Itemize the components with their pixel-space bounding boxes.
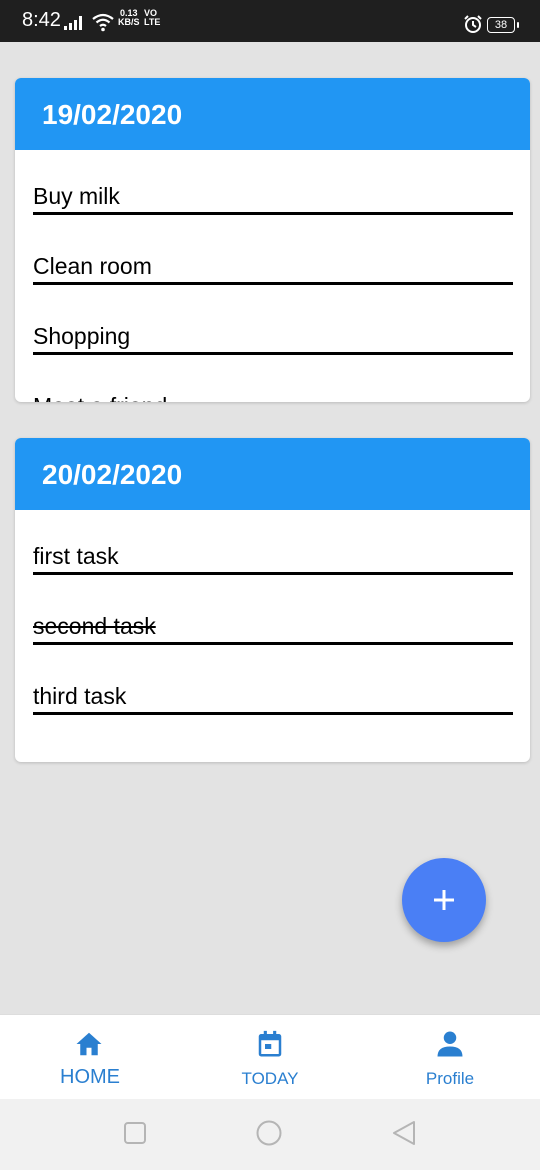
task-label: Meet a friend [33, 393, 167, 402]
task-label: first task [33, 543, 119, 569]
add-task-button[interactable] [402, 858, 486, 942]
battery-icon: 38 [487, 17, 519, 33]
task-label: Buy milk [33, 183, 120, 209]
nav-home[interactable]: HOME [0, 1015, 180, 1100]
task-item[interactable]: third task [33, 674, 513, 715]
back-icon[interactable] [391, 1120, 417, 1146]
network-speed: 0.13 KB/S [118, 9, 140, 27]
card-date-header: 20/02/2020 [15, 438, 530, 510]
status-bar: 8:42 0.13 KB/S VO LTE 38 [0, 0, 540, 42]
nav-home-label: HOME [60, 1066, 120, 1088]
task-item[interactable]: second task [33, 604, 513, 645]
task-item[interactable]: Shopping [33, 314, 513, 355]
calendar-icon [258, 1030, 282, 1057]
plus-icon [434, 890, 454, 910]
task-label: third task [33, 683, 127, 709]
task-item[interactable]: first task [33, 534, 513, 575]
task-item[interactable]: Buy milk [33, 174, 513, 215]
nav-profile[interactable]: Profile [360, 1015, 540, 1100]
system-navigation-bar [0, 1099, 540, 1170]
volte-bottom: LTE [144, 17, 161, 27]
signal-icon [64, 16, 82, 30]
date-card: 20/02/2020 first task second task third … [15, 438, 530, 762]
nav-today[interactable]: TODAY [180, 1015, 360, 1100]
speed-unit: KB/S [118, 17, 140, 27]
task-item[interactable]: Meet a friend [33, 384, 513, 402]
home-icon [76, 1032, 102, 1056]
recents-icon[interactable] [122, 1120, 148, 1146]
task-label: Shopping [33, 323, 131, 349]
bottom-navigation: HOME TODAY Profile [0, 1014, 540, 1100]
nav-today-label: TODAY [241, 1069, 299, 1088]
person-icon [437, 1031, 463, 1057]
card-date-header: 19/02/2020 [15, 78, 530, 150]
alarm-icon [464, 15, 482, 33]
wifi-icon [92, 13, 114, 32]
volte-indicator: VO LTE [144, 9, 160, 27]
nav-profile-label: Profile [425, 1069, 475, 1088]
task-label-completed: second task [33, 613, 156, 639]
task-item[interactable]: Clean room [33, 244, 513, 285]
home-circle-icon[interactable] [256, 1120, 282, 1146]
task-label: Clean room [33, 253, 152, 279]
status-time: 8:42 [22, 9, 61, 31]
date-card: 19/02/2020 Buy milk Clean room Shopping … [15, 78, 530, 402]
